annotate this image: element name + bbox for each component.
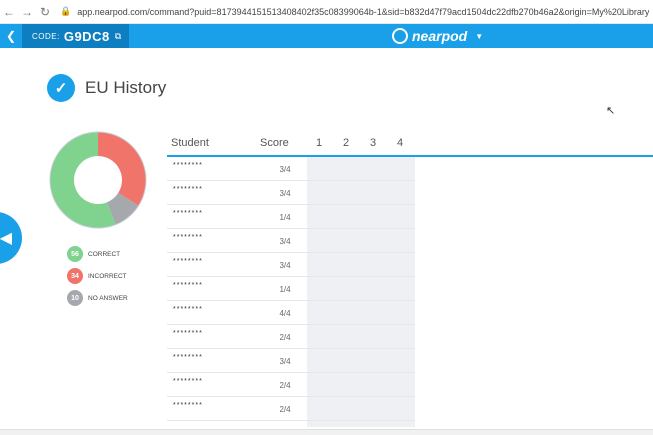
student-score: 1/4 [279, 285, 291, 294]
table-row[interactable]: ******** 1/4 [167, 205, 415, 229]
legend-correct: 56 CORRECT [67, 243, 128, 265]
student-name: ******** [173, 282, 203, 289]
address-bar[interactable]: app.nearpod.com/command?puid=81739441515… [77, 7, 649, 17]
previous-slide-button[interactable]: ◀ [0, 212, 22, 264]
external-link-icon[interactable]: ⧉ [115, 31, 121, 42]
code-label: CODE: [32, 31, 60, 41]
correct-label: CORRECT [88, 250, 121, 258]
student-score: 2/4 [279, 333, 291, 342]
mouse-cursor-icon: ↖ [606, 105, 616, 117]
brand-name: nearpod [412, 28, 468, 44]
student-name: ******** [173, 306, 203, 313]
student-name: ******** [173, 258, 203, 265]
table-row[interactable]: ******** 4/4 [167, 301, 415, 325]
column-header-student[interactable]: Student [171, 137, 209, 153]
student-name: ******** [173, 402, 203, 409]
table-row[interactable]: ******** 2/4 [167, 397, 415, 421]
column-header-q1[interactable]: 1 [316, 137, 322, 153]
student-score: 3/4 [279, 165, 291, 174]
back-chevron-icon[interactable]: ❮ [0, 24, 22, 48]
student-name: ******** [173, 234, 203, 241]
browser-toolbar: ← → ↻ 🔒 app.nearpod.com/command?puid=817… [0, 0, 653, 24]
student-score: 3/4 [279, 357, 291, 366]
student-score: 3/4 [279, 237, 291, 246]
legend-no-answer: 10 NO ANSWER [67, 287, 128, 309]
student-score: 1/4 [279, 213, 291, 222]
table-row[interactable]: ******** 3/4 [167, 229, 415, 253]
student-name: ******** [173, 162, 203, 169]
app-header: ❮ CODE: G9DC8 ⧉ nearpod ▼ [0, 24, 653, 48]
incorrect-count-badge: 34 [67, 268, 83, 284]
student-score: 3/4 [279, 189, 291, 198]
table-row[interactable]: ******** 2/4 [167, 373, 415, 397]
student-score: 2/4 [279, 381, 291, 390]
column-header-q4[interactable]: 4 [397, 137, 403, 153]
no-answer-count-badge: 10 [67, 290, 83, 306]
caret-down-icon[interactable]: ▼ [475, 32, 483, 41]
student-name: ******** [173, 210, 203, 217]
lock-icon: 🔒 [60, 6, 72, 16]
table-row[interactable]: ******** 2/4 [167, 325, 415, 349]
student-name: ******** [173, 378, 203, 385]
student-score: 2/4 [279, 405, 291, 414]
triangle-left-icon: ◀ [0, 230, 12, 247]
table-row[interactable]: ******** 3/4 [167, 253, 415, 277]
horizontal-scrollbar[interactable] [0, 429, 653, 435]
student-score: 4/4 [279, 309, 291, 318]
table-row[interactable]: ******** 1/4 [167, 277, 415, 301]
column-header-q2[interactable]: 2 [343, 137, 349, 153]
lesson-title: EU History [85, 78, 167, 97]
brand-menu[interactable]: nearpod ▼ [392, 24, 483, 48]
student-name: ******** [173, 186, 203, 193]
student-score: 3/4 [279, 261, 291, 270]
lesson-header: ✓ EU History [47, 74, 166, 102]
incorrect-label: INCORRECT [88, 272, 127, 280]
table-row[interactable]: ******** 3/4 [167, 157, 415, 181]
code-value: G9DC8 [63, 28, 110, 44]
student-name: ******** [173, 354, 203, 361]
legend-incorrect: 34 INCORRECT [67, 265, 128, 287]
column-header-q3[interactable]: 3 [370, 137, 376, 153]
browser-forward-icon[interactable]: → [18, 5, 36, 19]
no-answer-label: NO ANSWER [88, 294, 128, 302]
session-code[interactable]: CODE: G9DC8 ⧉ [22, 24, 130, 48]
column-header-score[interactable]: Score [260, 137, 289, 153]
nearpod-logo-icon [392, 28, 408, 44]
table-row[interactable]: ******** 3/4 [167, 349, 415, 373]
correct-count-badge: 56 [67, 246, 83, 262]
student-name: ******** [173, 330, 203, 337]
results-legend: 56 CORRECT 34 INCORRECT 10 NO ANSWER [67, 243, 128, 309]
table-row[interactable]: ******** 3/4 [167, 181, 415, 205]
browser-reload-icon[interactable]: ↻ [36, 5, 54, 19]
browser-back-icon[interactable]: ← [0, 5, 18, 19]
slice-incorrect [98, 132, 146, 206]
results-donut-chart [49, 131, 147, 229]
checkmark-icon: ✓ [47, 74, 75, 102]
